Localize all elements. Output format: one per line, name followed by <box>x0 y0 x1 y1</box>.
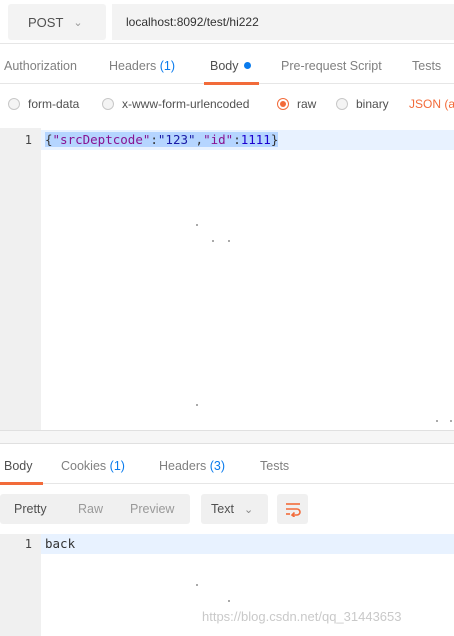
request-body-editor[interactable]: 1 {"srcDeptcode":"123","id":1111} <box>0 128 454 430</box>
artifact-dot <box>228 240 230 242</box>
brace-open: { <box>45 132 53 147</box>
artifact-dot <box>436 420 438 422</box>
tab-label: Pre-request Script <box>281 59 382 73</box>
tab-body[interactable]: Body <box>204 48 258 85</box>
radio-label: x-www-form-urlencoded <box>122 97 250 111</box>
response-tab-cookies[interactable]: Cookies (1) <box>61 448 125 484</box>
modified-dot-icon <box>243 62 251 69</box>
view-preview-button[interactable]: Preview <box>130 494 174 524</box>
radio-icon <box>336 98 348 110</box>
chevron-down-icon: ⌄ <box>73 16 83 29</box>
tab-tests[interactable]: Tests <box>412 48 441 84</box>
response-tab-body[interactable]: Body <box>0 448 42 485</box>
line-number: 1 <box>24 537 32 551</box>
tab-label: Headers <box>109 59 157 73</box>
tab-label: Authorization <box>4 59 77 73</box>
raw-format-dropdown[interactable]: JSON (ap <box>409 86 454 122</box>
response-format-dropdown[interactable]: Text ⌄ <box>201 494 268 524</box>
tab-label: Tests <box>412 59 442 73</box>
tab-label: Headers <box>159 459 207 473</box>
json-key: "srcDeptcode" <box>52 132 151 147</box>
tab-label: Body <box>4 459 33 473</box>
brace-close: } <box>270 132 279 147</box>
view-pretty-button[interactable]: Pretty <box>14 494 47 524</box>
json-code-line: {"srcDeptcode":"123","id":1111} <box>45 132 279 147</box>
colon: : <box>150 132 158 147</box>
tab-count: (1) <box>109 459 125 473</box>
pane-splitter[interactable] <box>0 430 454 444</box>
tab-label: Cookies <box>61 459 107 473</box>
body-type-options: form-data x-www-form-urlencoded raw bina… <box>0 86 454 122</box>
view-raw-button[interactable]: Raw <box>78 494 103 524</box>
radio-icon <box>8 98 20 110</box>
radio-binary[interactable]: binary <box>336 86 389 122</box>
chevron-down-icon: ⌄ <box>243 503 254 516</box>
radio-form-data[interactable]: form-data <box>8 86 79 122</box>
radio-label: binary <box>356 97 389 111</box>
artifact-dot <box>450 420 452 422</box>
radio-icon <box>102 98 114 110</box>
view-mode-selector: Pretty Raw Preview <box>0 494 190 524</box>
response-text: back <box>45 536 76 551</box>
comma: , <box>195 132 204 147</box>
url-input[interactable]: localhost:8092/test/hi222 <box>112 4 454 40</box>
radio-label: form-data <box>28 97 80 111</box>
wrap-lines-icon <box>285 503 301 517</box>
wrap-lines-button[interactable] <box>277 494 308 524</box>
line-number: 1 <box>24 133 32 147</box>
colon: : <box>233 132 241 147</box>
tab-authorization[interactable]: Authorization <box>4 48 77 84</box>
line-gutter <box>0 128 41 430</box>
method-dropdown[interactable]: POST ⌄ <box>8 4 106 40</box>
artifact-dot <box>196 404 198 406</box>
radio-raw[interactable]: raw <box>277 86 316 122</box>
response-tab-tests[interactable]: Tests <box>260 448 289 484</box>
active-line-highlight <box>41 534 454 554</box>
tab-count: (1) <box>159 59 176 73</box>
watermark: https://blog.csdn.net/qq_31443653 <box>202 609 402 624</box>
artifact-dot <box>228 600 230 602</box>
request-tabs: Authorization Headers (1) Body Pre-reque… <box>0 48 454 85</box>
tab-pre-request-script[interactable]: Pre-request Script <box>281 48 382 84</box>
tab-label: Body <box>210 59 239 73</box>
url-bar: POST ⌄ localhost:8092/test/hi222 <box>0 0 454 44</box>
json-number-value: 1111 <box>240 132 271 147</box>
tab-label: Tests <box>260 459 290 473</box>
json-string-value: "123" <box>157 132 196 147</box>
radio-checked-icon <box>277 98 289 110</box>
format-label: Text <box>211 502 234 516</box>
response-tab-headers[interactable]: Headers (3) <box>159 448 225 484</box>
artifact-dot <box>196 584 198 586</box>
json-key: "id" <box>203 132 234 147</box>
response-toolbar: Pretty Raw Preview Text ⌄ <box>0 492 454 526</box>
response-tabs: Body Cookies (1) Headers (3) Tests <box>0 448 454 485</box>
radio-label: raw <box>297 97 317 111</box>
url-text: localhost:8092/test/hi222 <box>126 15 259 29</box>
artifact-dot <box>212 240 214 242</box>
radio-x-www-form-urlencoded[interactable]: x-www-form-urlencoded <box>102 86 249 122</box>
tab-count: (3) <box>209 459 226 473</box>
method-label: POST <box>28 14 64 30</box>
artifact-dot <box>196 224 198 226</box>
tab-headers[interactable]: Headers (1) <box>109 48 175 84</box>
